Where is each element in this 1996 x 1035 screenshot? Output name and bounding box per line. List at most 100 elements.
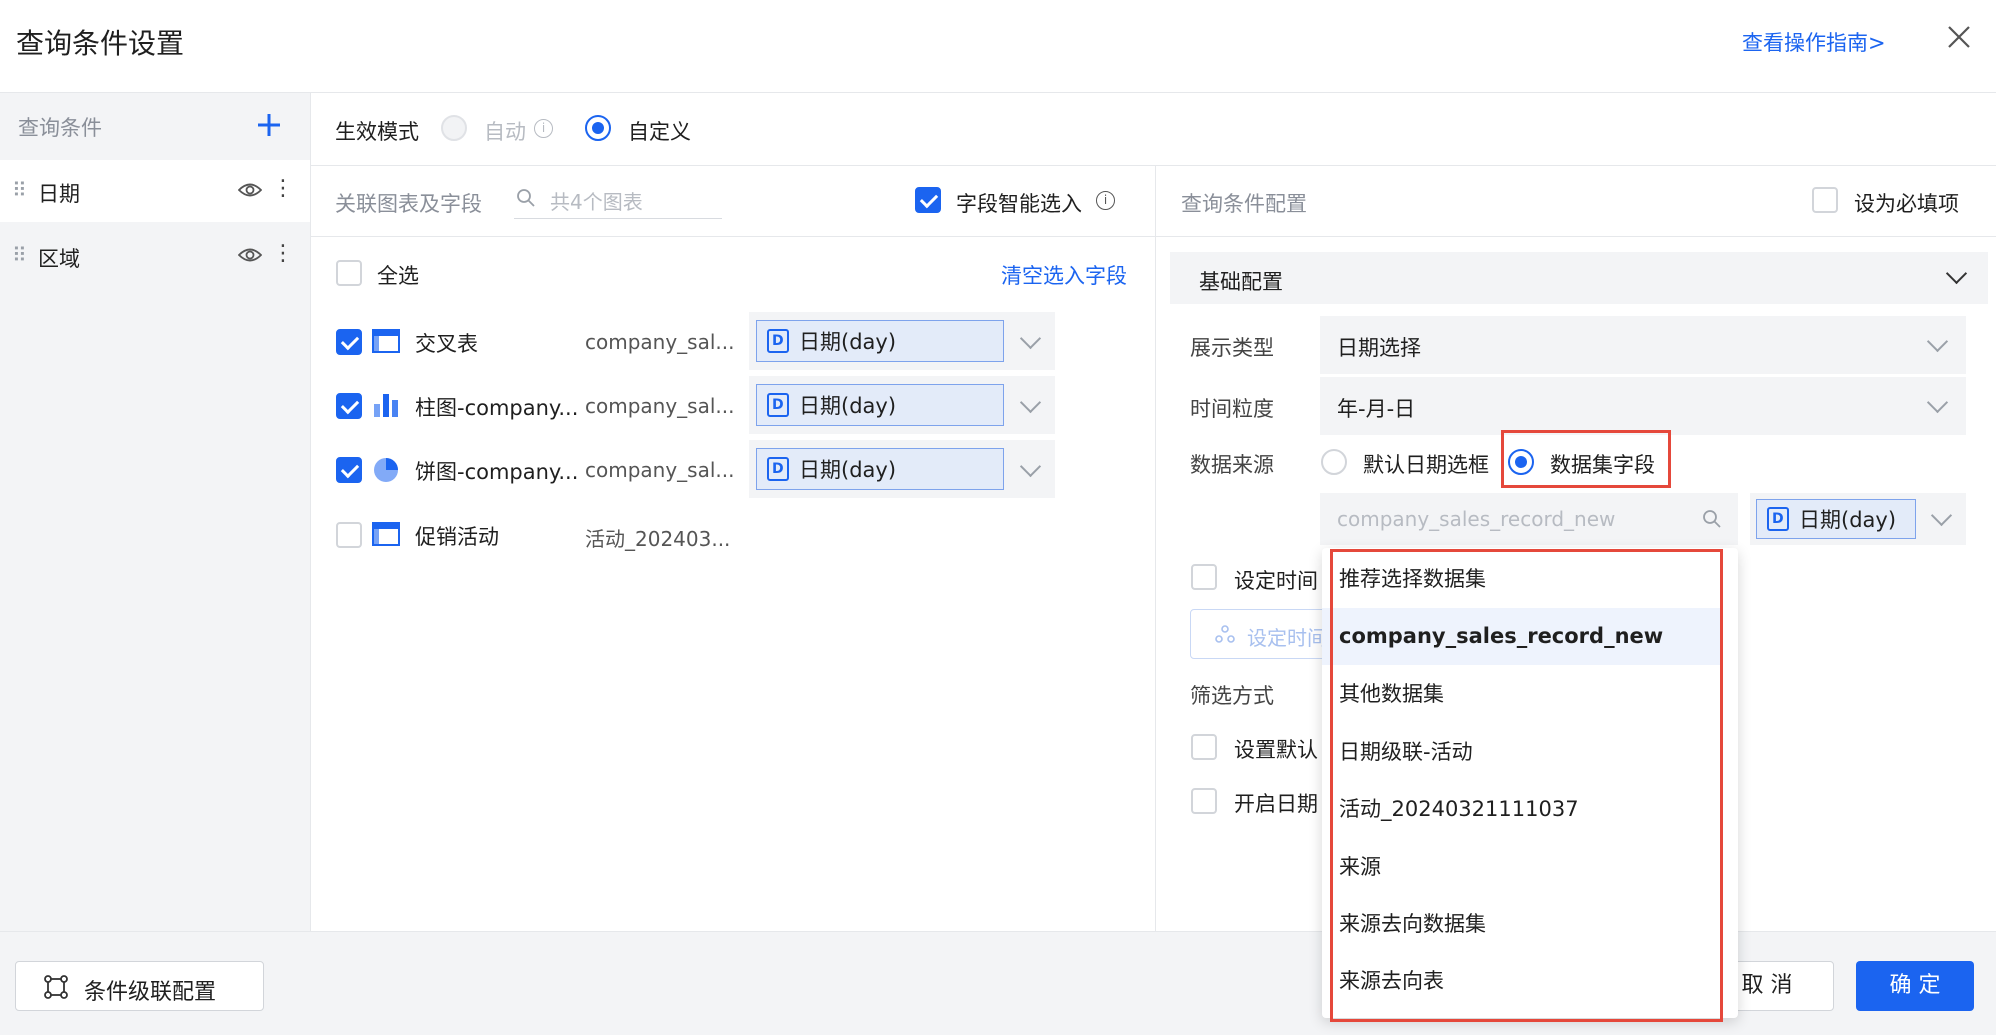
sidebar-item-label: 区域 [38, 247, 80, 271]
cascade-button-label: 条件级联配置 [84, 980, 217, 1005]
cascade-config-button[interactable]: 条件级联配置 [15, 961, 264, 1011]
chart-row-checkbox[interactable] [336, 522, 362, 548]
granularity-label: 时间粒度 [1190, 397, 1274, 421]
enable-date-label: 开启日期 [1234, 792, 1318, 816]
search-placeholder: 共4个图表 [550, 190, 643, 214]
chevron-down-icon [1926, 330, 1949, 353]
sidebar-item-region[interactable]: ⠿ 区域 ⋮ [0, 225, 310, 287]
search-icon [516, 188, 536, 212]
chart-name: 饼图-company... [415, 460, 579, 484]
chart-row-checkbox[interactable] [336, 393, 362, 419]
chart-dataset: company_sal... [585, 330, 735, 354]
field-pill: 日期(day) [1756, 499, 1916, 539]
mode-label: 生效模式 [335, 120, 419, 144]
sidebar-item-label: 日期 [38, 182, 80, 206]
field-label: 日期(day) [1799, 508, 1897, 532]
search-icon [1702, 509, 1722, 533]
select-all-checkbox[interactable] [336, 260, 362, 286]
sidebar-header: 查询条件 [18, 116, 102, 140]
source-label: 数据来源 [1190, 453, 1274, 477]
dialog-header [0, 0, 1996, 93]
config-panel-title: 查询条件配置 [1181, 192, 1307, 216]
granularity-select[interactable]: 年-月-日 [1320, 377, 1966, 435]
field-pill: 日期(day) [756, 384, 1004, 426]
field-label: 日期(day) [799, 394, 897, 418]
charts-panel-title: 关联图表及字段 [335, 192, 482, 216]
dataset-select-value: company_sales_record_new [1337, 507, 1616, 531]
set-time-checkbox[interactable] [1191, 564, 1217, 590]
eye-icon[interactable] [237, 245, 263, 269]
add-condition-icon[interactable] [256, 112, 282, 138]
date-field-icon [767, 329, 789, 353]
guide-link[interactable]: 查看操作指南> [1742, 27, 1886, 57]
display-type-label: 展示类型 [1190, 336, 1274, 360]
chart-dataset: company_sal... [585, 394, 735, 418]
date-field-icon [767, 457, 789, 481]
field-label: 日期(day) [799, 330, 897, 354]
chart-name: 交叉表 [415, 332, 478, 356]
link-icon [1215, 624, 1235, 648]
close-icon[interactable] [1944, 22, 1974, 52]
dataset-select[interactable]: company_sales_record_new [1320, 493, 1738, 545]
set-default-label: 设置默认 [1234, 738, 1318, 762]
field-label: 日期(day) [799, 458, 897, 482]
sidebar-item-date[interactable]: ⠿ 日期 ⋮ [0, 160, 310, 222]
set-time-button-label: 设定时间 [1247, 626, 1327, 650]
table-icon [372, 522, 400, 550]
smart-select-label: 字段智能选入 [956, 192, 1082, 216]
panel-divider [1155, 166, 1156, 931]
source-dataset-label[interactable]: 数据集字段 [1550, 449, 1655, 479]
info-icon: i [1096, 191, 1115, 210]
set-default-checkbox[interactable] [1191, 734, 1217, 760]
granularity-value: 年-月-日 [1337, 397, 1416, 421]
display-type-value: 日期选择 [1337, 336, 1421, 360]
ok-button-label: 确 定 [1889, 973, 1941, 998]
field-pill: 日期(day) [756, 448, 1004, 490]
field-pill: 日期(day) [756, 320, 1004, 362]
chart-name: 促销活动 [415, 525, 499, 549]
source-dataset-radio[interactable] [1508, 449, 1534, 475]
source-default-radio[interactable] [1321, 449, 1347, 475]
basic-config-section-header[interactable] [1170, 252, 1988, 304]
cascade-icon [44, 975, 68, 1003]
set-time-label: 设定时间 [1234, 569, 1318, 593]
filter-label: 筛选方式 [1190, 684, 1274, 708]
mode-custom-radio[interactable] [585, 115, 611, 141]
pie-chart-icon [372, 456, 400, 488]
chart-dataset: company_sal... [585, 458, 735, 482]
eye-icon[interactable] [237, 180, 263, 204]
chart-search-input[interactable]: 共4个图表 [514, 182, 722, 219]
chart-row-checkbox[interactable] [336, 329, 362, 355]
select-all-label: 全选 [377, 264, 419, 288]
required-label: 设为必填项 [1854, 192, 1959, 216]
section-title: 基础配置 [1199, 270, 1283, 294]
chevron-down-icon [1926, 391, 1949, 414]
display-type-select[interactable]: 日期选择 [1320, 316, 1966, 374]
smart-select-checkbox[interactable] [915, 187, 941, 213]
chart-name: 柱图-company... [415, 396, 579, 420]
mode-custom-label[interactable]: 自定义 [628, 116, 691, 146]
drag-handle-icon[interactable]: ⠿ [12, 178, 27, 202]
date-field-icon [1767, 507, 1789, 531]
drag-handle-icon[interactable]: ⠿ [12, 243, 27, 267]
mode-row [311, 93, 1996, 166]
ok-button[interactable]: 确 定 [1856, 961, 1974, 1011]
mode-auto-radio [441, 115, 467, 141]
date-field-icon [767, 393, 789, 417]
cancel-button-label: 取 消 [1741, 973, 1793, 998]
enable-date-checkbox[interactable] [1191, 788, 1217, 814]
highlight-box [1330, 549, 1723, 1022]
more-icon[interactable]: ⋮ [272, 176, 294, 201]
table-icon [372, 329, 400, 357]
more-icon[interactable]: ⋮ [272, 241, 294, 266]
required-checkbox[interactable] [1812, 187, 1838, 213]
chart-row-checkbox[interactable] [336, 457, 362, 483]
info-icon: i [534, 119, 553, 138]
chart-dataset: 活动_202403... [585, 527, 731, 551]
set-time-button[interactable]: 设定时间 [1190, 609, 1330, 659]
clear-fields-link[interactable]: 清空选入字段 [1001, 260, 1127, 290]
source-default-label[interactable]: 默认日期选框 [1363, 449, 1489, 479]
bar-chart-icon [372, 392, 400, 422]
dialog-title: 查询条件设置 [16, 27, 185, 60]
mode-auto-label: 自动 [484, 120, 526, 144]
